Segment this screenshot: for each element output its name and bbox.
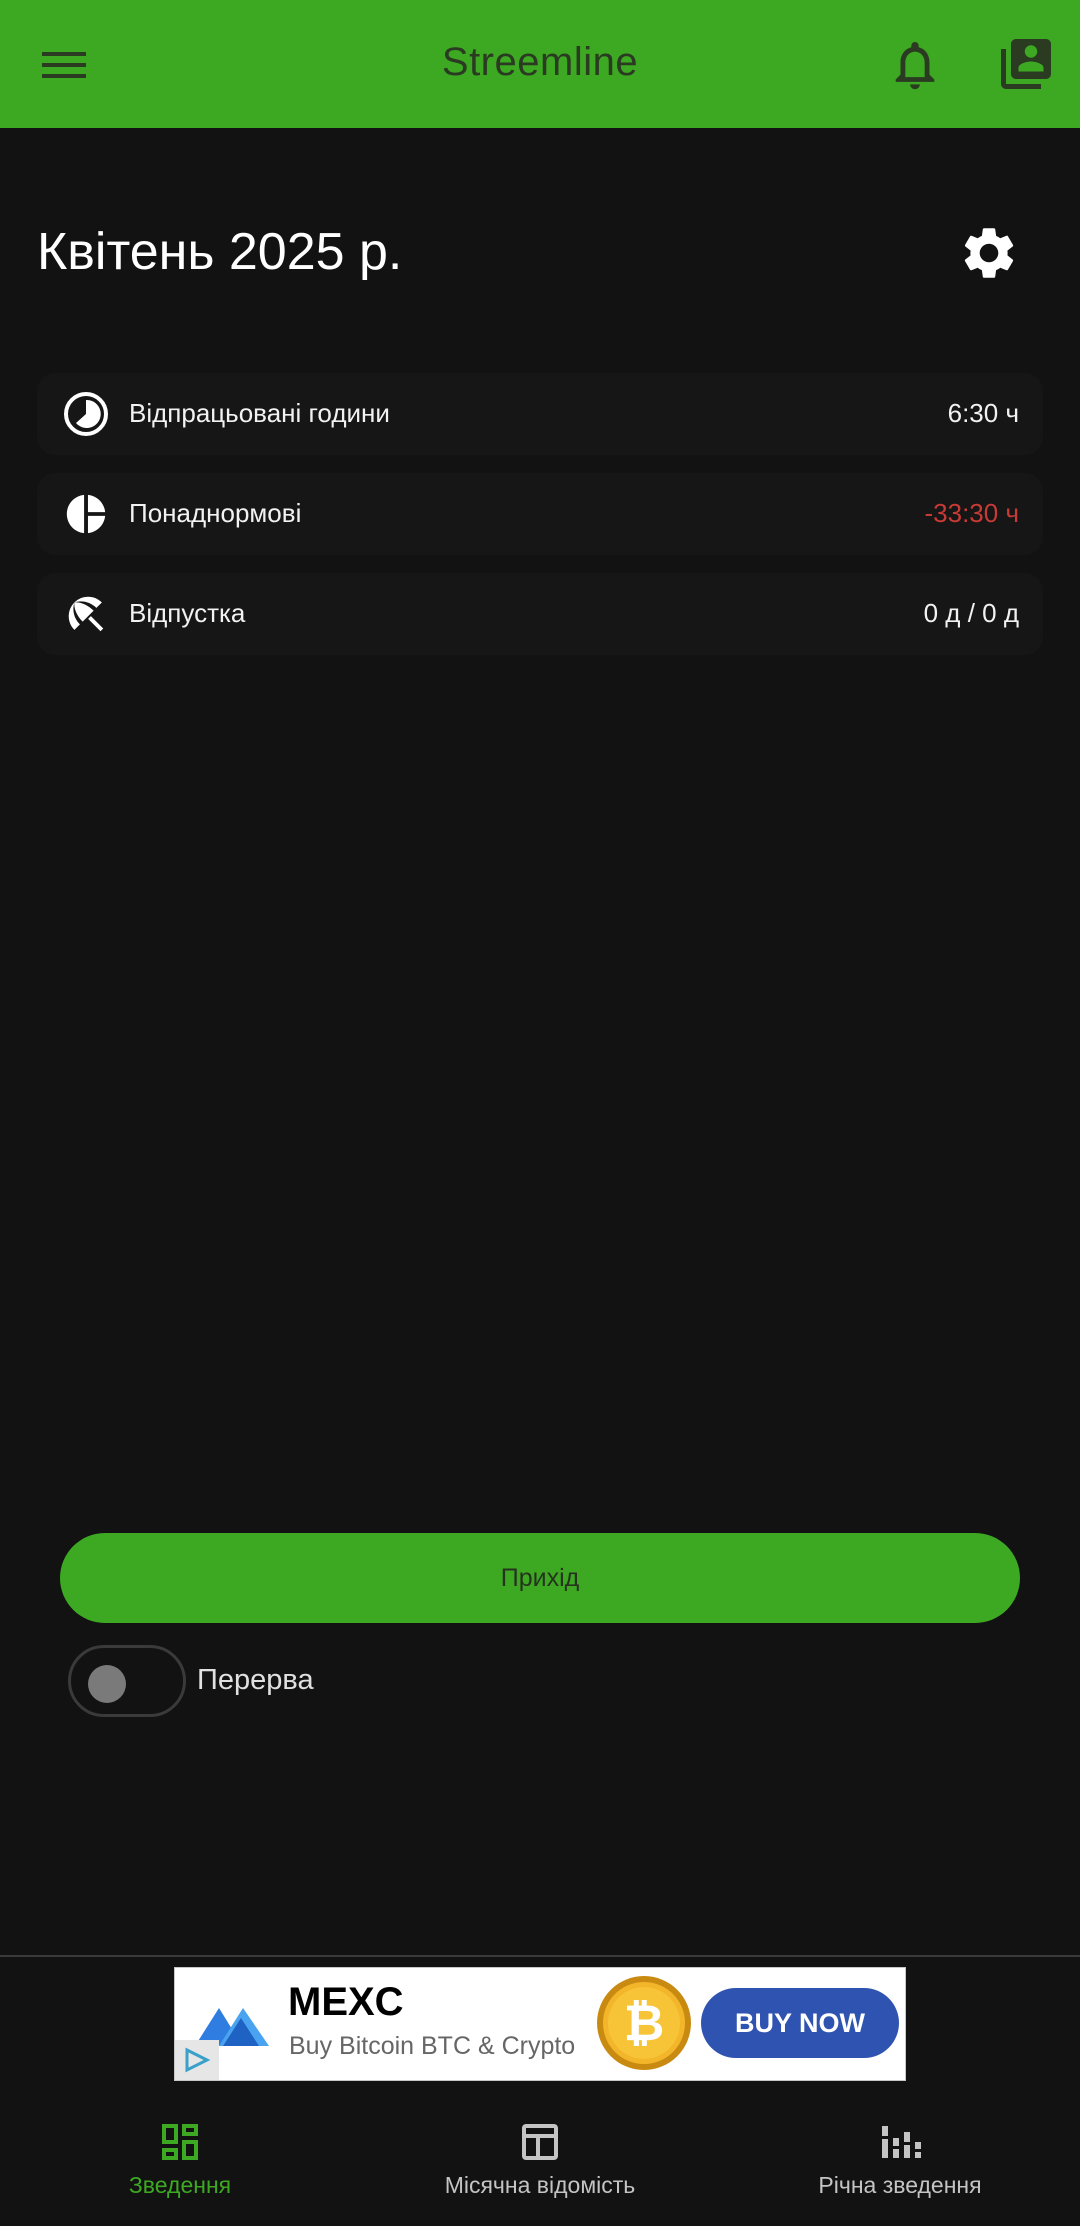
nav-label: Річна зведення (818, 2172, 982, 2198)
nav-monthly-report[interactable]: Місячна відомість (360, 2110, 720, 2210)
arrival-button[interactable]: Прихід (60, 1533, 1020, 1623)
ad-subtitle: Buy Bitcoin BTC & Crypto (289, 2032, 576, 2060)
profile-gallery-icon[interactable] (996, 34, 1056, 94)
stat-overtime: Понаднормові -33:30 ч (37, 473, 1043, 555)
nav-label: Місячна відомість (444, 2172, 636, 2198)
divider (0, 1955, 1080, 1957)
bell-icon[interactable] (886, 36, 944, 94)
ad-title: MEXC (288, 1980, 404, 2024)
pie-chart-icon (63, 491, 109, 537)
nav-summary[interactable]: Зведення (0, 2110, 360, 2210)
buy-now-button[interactable]: BUY NOW (701, 1988, 899, 2058)
beach-umbrella-icon (63, 591, 109, 637)
clock-pie-icon (63, 391, 109, 437)
stat-worked-hours: Відпрацьовані години 6:30 ч (37, 373, 1043, 455)
stat-value: 6:30 ч (947, 398, 1019, 428)
break-label: Перерва (197, 1664, 314, 1696)
svg-text:₿: ₿ (624, 1994, 665, 2052)
toggle-knob (88, 1665, 126, 1703)
ad-banner[interactable]: MEXC Buy Bitcoin BTC & Crypto ₿ BUY NOW (174, 1967, 906, 2081)
ad-choices-icon[interactable] (175, 2040, 219, 2080)
table-icon (516, 2118, 564, 2166)
nav-label: Зведення (128, 2172, 232, 2198)
gear-icon[interactable] (958, 222, 1020, 284)
bar-chart-icon (876, 2118, 924, 2166)
stat-label: Понаднормові (129, 498, 302, 528)
break-toggle[interactable] (68, 1645, 186, 1717)
stat-vacation: Відпустка 0 д / 0 д (37, 573, 1043, 655)
stat-value: 0 д / 0 д (923, 598, 1019, 628)
dashboard-icon (156, 2118, 204, 2166)
nav-annual-summary[interactable]: Річна зведення (720, 2110, 1080, 2210)
bitcoin-coin-icon: ₿ (595, 1974, 693, 2072)
stat-value: -33:30 ч (924, 498, 1020, 528)
stat-label: Відпустка (129, 598, 246, 628)
stat-label: Відпрацьовані години (129, 398, 390, 428)
month-title: Квітень 2025 р. (37, 223, 403, 281)
app-bar: Streemline (0, 0, 1080, 128)
